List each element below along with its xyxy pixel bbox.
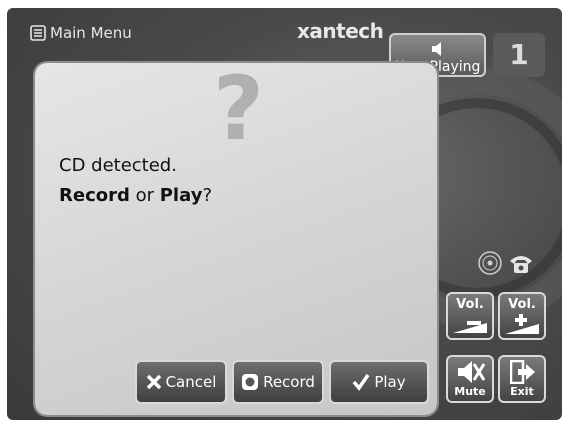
or-word: or xyxy=(129,185,160,206)
speaker-icon xyxy=(432,42,441,56)
mute-label: Mute xyxy=(454,385,486,398)
play-label: Play xyxy=(374,373,406,391)
mute-button[interactable]: Mute xyxy=(446,355,494,403)
volume-down-label: Vol. xyxy=(456,297,484,312)
main-menu-button[interactable]: Main Menu xyxy=(30,24,132,42)
mute-icon xyxy=(458,361,486,383)
record-button[interactable]: Record xyxy=(232,360,324,404)
volume-up-label: Vol. xyxy=(508,297,536,312)
source-icons xyxy=(478,251,534,275)
message-line-1: CD detected. xyxy=(59,155,177,176)
cd-disc-icon[interactable] xyxy=(478,251,502,275)
phone-icon[interactable] xyxy=(508,251,534,275)
volume-up-icon xyxy=(505,314,539,334)
main-menu-label: Main Menu xyxy=(50,24,132,42)
cancel-button[interactable]: Cancel xyxy=(135,360,227,404)
exit-label: Exit xyxy=(510,385,534,398)
x-icon xyxy=(146,374,161,390)
exit-icon xyxy=(510,360,535,384)
menu-list-icon xyxy=(30,25,46,41)
volume-down-icon xyxy=(453,321,487,333)
question-mark: ? xyxy=(202,185,212,206)
cd-detected-dialog: ? CD detected. Record or Play? Cancel Re… xyxy=(35,57,437,415)
play-word: Play xyxy=(159,185,203,206)
question-mark-icon: ? xyxy=(213,57,265,160)
checkmark-icon xyxy=(352,374,370,391)
play-button[interactable]: Play xyxy=(329,360,429,404)
record-label: Record xyxy=(263,373,315,391)
brand-logo: xantech xyxy=(297,19,384,43)
record-word: Record xyxy=(59,185,130,206)
touchpanel-screen: Main Menu xantech Now Playing 1 Vol. Vol… xyxy=(7,8,562,420)
exit-button[interactable]: Exit xyxy=(498,355,546,403)
record-icon xyxy=(242,374,259,390)
volume-up-button[interactable]: Vol. xyxy=(498,292,546,340)
volume-down-button[interactable]: Vol. xyxy=(446,292,494,340)
cancel-label: Cancel xyxy=(165,373,217,391)
message-line-2: Record or Play? xyxy=(59,181,212,211)
dialog-message: CD detected. Record or Play? xyxy=(59,151,212,211)
zone-number: 1 xyxy=(493,33,545,77)
